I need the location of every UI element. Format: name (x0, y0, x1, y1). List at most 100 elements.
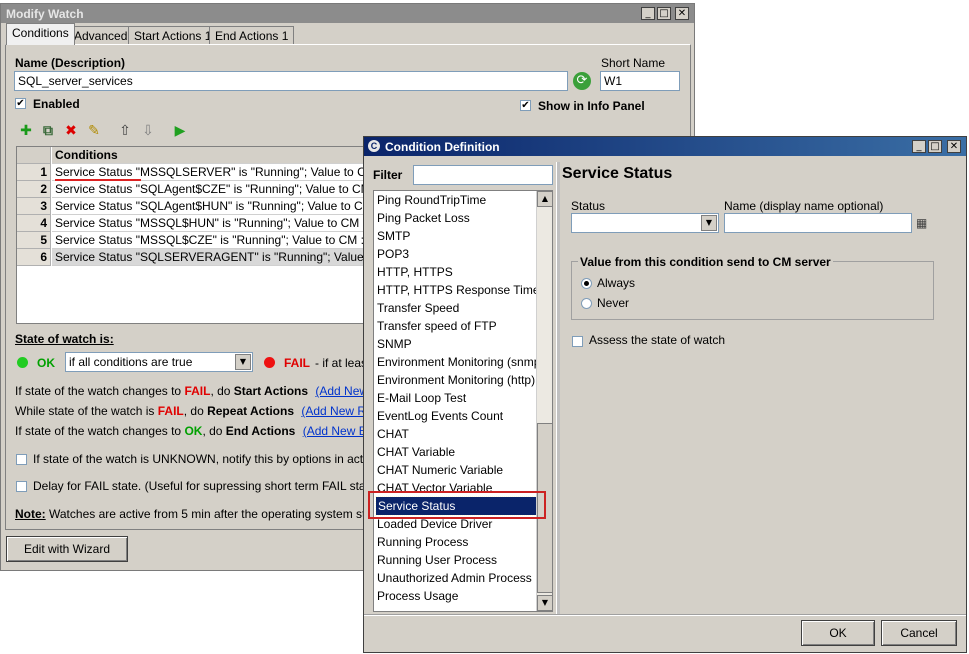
short-name-input[interactable]: W1 (600, 71, 680, 91)
state-of-watch-label: State of watch is: (15, 332, 114, 346)
status-select[interactable] (571, 213, 719, 233)
radio-never[interactable] (581, 298, 592, 309)
dialog-separator (364, 614, 966, 616)
condition-definition-titlebar[interactable]: C Condition Definition _ □ ✕ (364, 137, 966, 156)
edit-condition-icon[interactable]: ✎ (86, 123, 102, 139)
list-scrollbar[interactable]: ▲ ▼ (536, 191, 552, 611)
minimize-icon[interactable]: _ (641, 7, 655, 20)
list-item[interactable]: Ping Packet Loss (377, 209, 470, 227)
close-icon[interactable]: ✕ (947, 140, 961, 153)
end-actions-line: If state of the watch changes to OK, do … (15, 424, 391, 438)
list-item[interactable]: Environment Monitoring (snmp) (377, 353, 544, 371)
name-input[interactable]: SQL_server_services (14, 71, 568, 91)
assess-state-checkbox[interactable] (572, 336, 583, 347)
list-item[interactable]: CHAT Numeric Variable (377, 461, 503, 479)
name-label: Name (Description) (15, 56, 126, 70)
list-item[interactable]: Transfer speed of FTP (377, 317, 497, 335)
value-group-box (571, 261, 934, 320)
list-item[interactable]: Process Usage (377, 587, 458, 605)
cancel-button[interactable]: Cancel (881, 620, 957, 646)
repeat-actions-line: While state of the watch is FAIL, do Rep… (15, 404, 387, 418)
table-row[interactable]: 2 Service Status "SQLAgent$CZE" is "Runn… (17, 181, 363, 198)
show-info-panel-label: Show in Info Panel (538, 99, 645, 113)
chevron-down-icon[interactable]: ▼ (701, 215, 717, 231)
tab-conditions[interactable]: Conditions (6, 23, 75, 45)
move-down-icon[interactable]: ⇩ (140, 123, 156, 139)
copy-condition-icon[interactable]: ⧉ (40, 123, 56, 139)
display-name-label: Name (display name optional) (724, 199, 884, 213)
status-label: Status (571, 199, 606, 213)
splitter[interactable] (556, 162, 560, 614)
ok-button[interactable]: OK (801, 620, 875, 646)
short-name-label: Short Name (601, 56, 666, 70)
unknown-notify-checkbox[interactable] (16, 454, 27, 465)
table-row[interactable]: 4 Service Status "MSSQL$HUN" is "Running… (17, 215, 363, 232)
edit-with-wizard-button[interactable]: Edit with Wizard (6, 536, 128, 562)
table-row[interactable]: 3 Service Status "SQLAgent$HUN" is "Runn… (17, 198, 363, 215)
table-row[interactable]: 6 Service Status "SQLSERVERAGENT" is "Ru… (17, 249, 363, 266)
list-item[interactable]: CHAT (377, 425, 409, 443)
condition-definition-title: Condition Definition (385, 140, 500, 154)
radio-never-label: Never (597, 296, 630, 310)
ok-status-icon (17, 357, 28, 368)
app-icon: C (368, 140, 380, 152)
run-test-icon[interactable]: ▶ (172, 123, 188, 139)
list-item[interactable]: Unauthorized Admin Process (377, 569, 532, 587)
maximize-icon[interactable]: □ (657, 7, 671, 20)
list-item[interactable]: HTTP, HTTPS (377, 263, 453, 281)
condition-type-list[interactable]: Ping RoundTripTime Ping Packet Loss SMTP… (373, 190, 553, 612)
conditions-header: Conditions (52, 147, 363, 164)
radio-always[interactable] (581, 278, 592, 289)
list-item[interactable]: POP3 (377, 245, 409, 263)
fail-status-icon (264, 357, 275, 368)
note-text: Note: Watches are active from 5 min afte… (15, 507, 404, 521)
list-item[interactable]: Ping RoundTripTime (377, 191, 486, 209)
list-item[interactable]: Running User Process (377, 551, 497, 569)
list-item[interactable]: Running Process (377, 533, 468, 551)
filter-label: Filter (373, 168, 403, 182)
ok-label: OK (37, 356, 55, 370)
list-item[interactable]: Environment Monitoring (http) (377, 371, 535, 389)
delete-condition-icon[interactable]: ✖ (63, 123, 79, 139)
refresh-icon[interactable]: ⟳ (573, 72, 591, 90)
modify-watch-titlebar[interactable]: Modify Watch _ □ ✕ (1, 4, 694, 23)
move-up-icon[interactable]: ⇧ (117, 123, 133, 139)
scroll-up-icon[interactable]: ▲ (537, 191, 552, 207)
list-item[interactable]: CHAT Variable (377, 443, 455, 461)
list-picker-icon[interactable]: ▦ (916, 216, 930, 230)
list-item[interactable]: Transfer Speed (377, 299, 459, 317)
table-row[interactable]: 5 Service Status "MSSQL$CZE" is "Running… (17, 232, 363, 249)
list-item[interactable]: SNMP (377, 335, 412, 353)
fail-label: FAIL (284, 356, 310, 370)
value-group-title: Value from this condition send to CM ser… (578, 255, 833, 269)
filter-input[interactable] (413, 165, 553, 185)
add-condition-icon[interactable]: ✚ (18, 123, 34, 139)
tab-start-actions[interactable]: Start Actions 1 (128, 26, 218, 44)
unknown-notify-label: If state of the watch is UNKNOWN, notify… (33, 452, 386, 466)
close-icon[interactable]: ✕ (675, 7, 689, 20)
chevron-down-icon[interactable]: ▼ (235, 354, 251, 370)
ok-condition-select[interactable]: if all conditions are true (65, 352, 253, 372)
assess-state-label: Assess the state of watch (589, 333, 726, 347)
tab-advanced[interactable]: Advanced (68, 26, 134, 44)
highlight-box (368, 491, 546, 519)
conditions-grid[interactable]: Conditions 1 Service Status "MSSQLSERVER… (16, 146, 364, 324)
list-item[interactable]: SMTP (377, 227, 410, 245)
delay-fail-checkbox[interactable] (16, 481, 27, 492)
minimize-icon[interactable]: _ (912, 140, 926, 153)
show-info-panel-checkbox[interactable]: ✔ (520, 100, 531, 111)
tab-end-actions[interactable]: End Actions 1 (209, 26, 295, 44)
display-name-input[interactable] (724, 213, 912, 233)
panel-title: Service Status (562, 165, 673, 182)
start-actions-line: If state of the watch changes to FAIL, d… (15, 384, 390, 398)
modify-watch-title: Modify Watch (6, 7, 84, 21)
list-item[interactable]: HTTP, HTTPS Response Time (377, 281, 540, 299)
scroll-down-icon[interactable]: ▼ (537, 595, 552, 611)
radio-dot (584, 281, 589, 286)
radio-always-label: Always (597, 276, 636, 290)
list-item[interactable]: E-Mail Loop Test (377, 389, 466, 407)
enabled-checkbox[interactable]: ✔ (15, 98, 26, 109)
list-item[interactable]: EventLog Events Count (377, 407, 503, 425)
spellcheck-underline (55, 179, 141, 181)
maximize-icon[interactable]: □ (928, 140, 942, 153)
